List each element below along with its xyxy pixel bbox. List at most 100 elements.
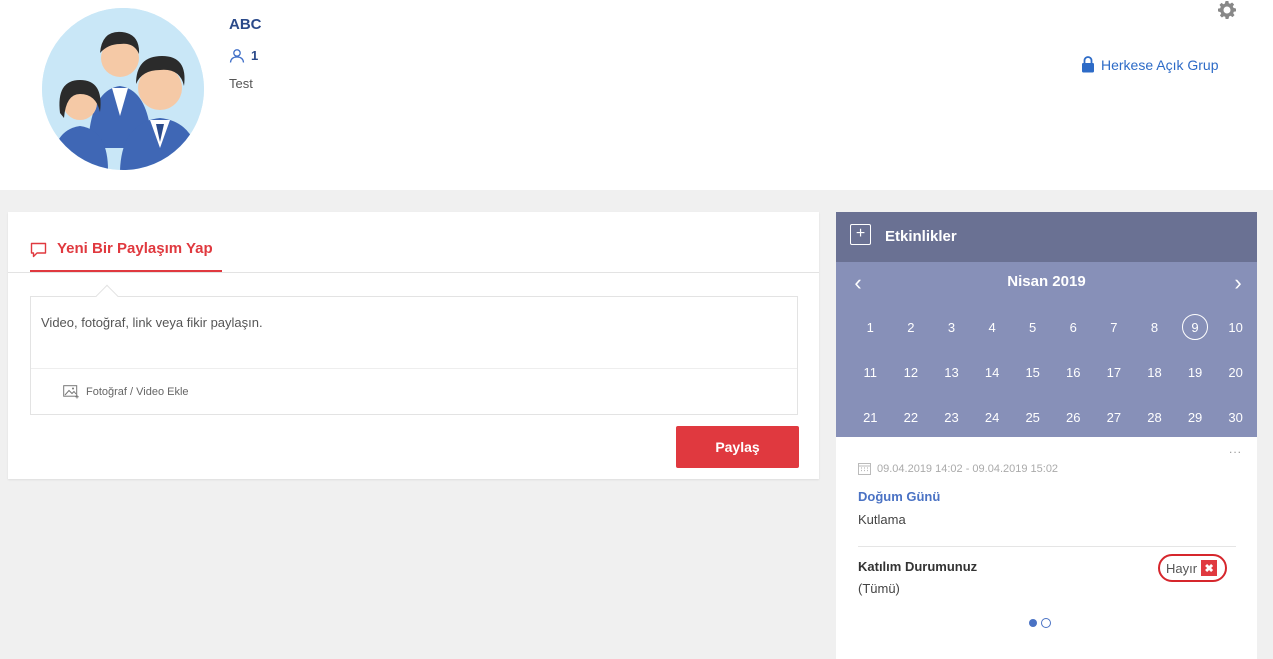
calendar-day-label: 27 [1106, 409, 1122, 425]
calendar-day-label: 18 [1147, 364, 1162, 380]
calendar-day-label: 28 [1147, 409, 1162, 425]
tab-new-post-label: Yeni Bir Paylaşım Yap [57, 240, 213, 257]
calendar-day[interactable]: 1 [850, 312, 891, 342]
calendar-day-label: 20 [1228, 364, 1243, 380]
person-icon [229, 48, 245, 63]
member-count-value: 1 [251, 48, 259, 63]
calendar-day-label: 29 [1187, 409, 1203, 425]
comment-icon [30, 242, 47, 258]
calendar-day[interactable]: 8 [1134, 312, 1175, 342]
post-input[interactable]: Video, fotoğraf, link veya fikir paylaşı… [41, 315, 263, 330]
calendar-day[interactable]: 7 [1094, 312, 1135, 342]
calendar-day[interactable]: 4 [972, 312, 1013, 342]
post-input-box[interactable]: Video, fotoğraf, link veya fikir paylaşı… [30, 284, 798, 415]
calendar-day[interactable]: 28 [1134, 402, 1175, 432]
calendar-day-label: 11 [863, 364, 878, 380]
attendance-status[interactable]: Hayır ✖ [1158, 554, 1228, 582]
calendar-day-label: 3 [947, 319, 956, 335]
calendar-day[interactable]: 21 [850, 402, 891, 432]
calendar-day-label: 16 [1066, 364, 1081, 380]
events-panel: + Etkinlikler ‹ Nisan 2019 › 1 2 3 4 5 6 7 8 9 10… [836, 212, 1257, 659]
member-count[interactable]: 1 [229, 48, 258, 63]
calendar-day-label: 9 [1182, 314, 1209, 340]
event-date: 09.04.2019 14:02 - 09.04.2019 15:02 [858, 462, 1058, 475]
calendar-day[interactable]: 17 [1094, 357, 1135, 387]
calendar-day[interactable]: 6 [1053, 312, 1094, 342]
calendar-day[interactable]: 19 [1175, 357, 1216, 387]
content-area: Yeni Bir Paylaşım Yap Video, fotoğraf, l… [0, 190, 1273, 659]
events-header: + Etkinlikler [836, 212, 1257, 262]
attendance-filter[interactable]: (Tümü) [858, 581, 900, 596]
calendar-day[interactable]: 2 [891, 312, 932, 342]
event-divider [858, 546, 1236, 547]
calendar-day[interactable]: 30 [1215, 402, 1256, 432]
calendar-day[interactable]: 16 [1053, 357, 1094, 387]
calendar-day-label: 24 [984, 409, 1000, 425]
group-header: ABC 1 Test Herkese Açık Grup [0, 0, 1273, 190]
add-event-button[interactable]: + [850, 224, 871, 245]
calendar-day[interactable]: 12 [891, 357, 932, 387]
calendar-day[interactable]: 10 [1215, 312, 1256, 342]
post-box-divider [31, 368, 797, 369]
calendar-day-label: 2 [907, 319, 915, 335]
calendar-day-label: 14 [984, 364, 1000, 380]
calendar-day[interactable]: 9 [1175, 312, 1216, 342]
calendar-day[interactable]: 29 [1175, 402, 1216, 432]
attendance-status-label: Hayır [1166, 560, 1198, 576]
calendar-day[interactable]: 15 [1012, 357, 1053, 387]
calendar-day-label: 8 [1150, 319, 1159, 335]
calendar-day-label: 10 [1228, 319, 1243, 335]
add-media-label: Fotoğraf / Video Ekle [86, 386, 189, 398]
calendar-day[interactable]: 22 [891, 402, 932, 432]
calendar-day[interactable]: 5 [1012, 312, 1053, 342]
calendar-day-label: 7 [1110, 319, 1118, 335]
tab-new-post[interactable]: Yeni Bir Paylaşım Yap [30, 234, 222, 272]
calendar-month: Nisan 2019 [1007, 273, 1086, 290]
calendar-day-label: 12 [903, 364, 919, 380]
calendar-day[interactable]: 24 [972, 402, 1013, 432]
calendar-day[interactable]: 13 [931, 357, 972, 387]
calendar-day[interactable]: 20 [1215, 357, 1256, 387]
calendar-day[interactable]: 26 [1053, 402, 1094, 432]
calendar-day[interactable]: 23 [931, 402, 972, 432]
calendar-day[interactable]: 11 [850, 357, 891, 387]
post-box-notch [95, 284, 119, 308]
calendar-day-label: 26 [1066, 409, 1081, 425]
gear-icon[interactable] [1217, 0, 1237, 20]
calendar-day-label: 19 [1187, 364, 1203, 380]
calendar-day-label: 6 [1069, 319, 1077, 335]
calendar-day-label: 25 [1025, 409, 1040, 425]
event-pager [1029, 618, 1051, 628]
calendar-day-label: 1 [866, 319, 874, 335]
events-title: Etkinlikler [885, 228, 957, 245]
close-icon: ✖ [1201, 560, 1218, 576]
calendar-day-label: 5 [1029, 319, 1037, 335]
calendar-icon [858, 463, 871, 475]
group-avatar [42, 8, 204, 170]
calendar-day-label: 22 [903, 409, 919, 425]
event-title[interactable]: Doğum Günü [858, 489, 940, 504]
tab-divider [8, 272, 819, 273]
calendar-day[interactable]: 25 [1012, 402, 1053, 432]
lock-icon [1082, 56, 1094, 73]
event-more-icon[interactable]: ... [1229, 442, 1242, 456]
pager-dot[interactable] [1041, 618, 1051, 628]
calendar-day[interactable]: 3 [931, 312, 972, 342]
post-composer: Yeni Bir Paylaşım Yap Video, fotoğraf, l… [8, 212, 819, 479]
calendar-day[interactable]: 18 [1134, 357, 1175, 387]
image-add-icon [63, 385, 79, 399]
calendar-day-label: 23 [944, 409, 959, 425]
pager-dot-active[interactable] [1029, 619, 1037, 627]
group-name: ABC [229, 16, 262, 33]
calendar-grid: 1 2 3 4 5 6 7 8 9 10 11 12 13 14 15 16 17 18 19 20 21 22 23 24 2… [850, 312, 1250, 447]
calendar-next-icon[interactable]: › [1228, 270, 1248, 296]
share-button[interactable]: Paylaş [676, 426, 799, 468]
calendar-day-label: 15 [1025, 364, 1040, 380]
calendar-day[interactable]: 27 [1094, 402, 1135, 432]
calendar-day[interactable]: 14 [972, 357, 1013, 387]
add-media-button[interactable]: Fotoğraf / Video Ekle [63, 385, 189, 399]
event-description: Kutlama [858, 512, 906, 527]
people-avatar-icon [42, 8, 204, 170]
privacy-label: Herkese Açık Grup [1101, 56, 1219, 73]
calendar-day-label: 17 [1106, 364, 1122, 380]
